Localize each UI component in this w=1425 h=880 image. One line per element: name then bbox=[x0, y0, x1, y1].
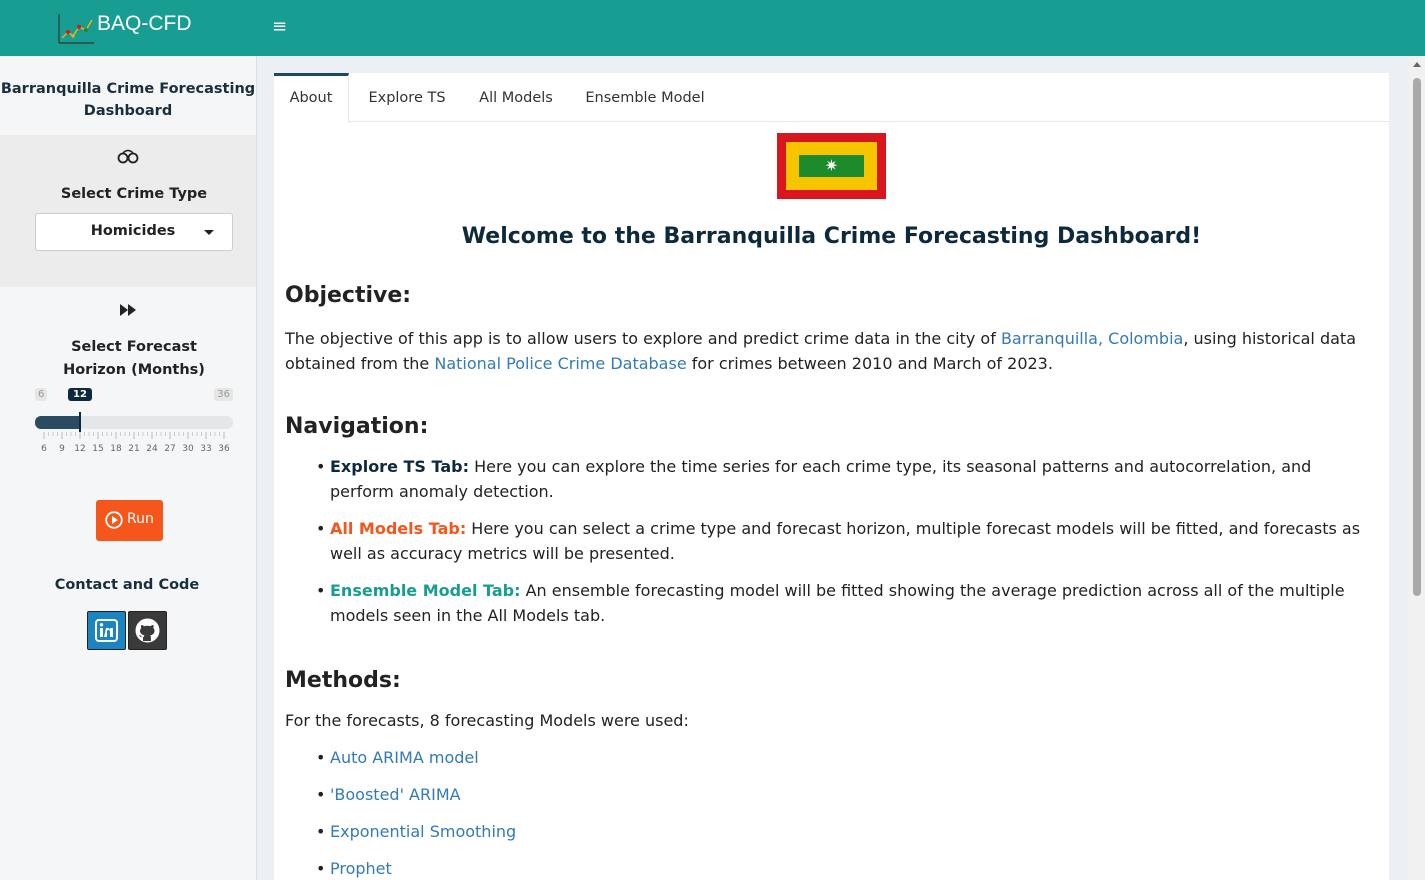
linkedin-button[interactable] bbox=[87, 611, 126, 650]
slider-grid: 6 9 12 15 18 21 24 27 30 33 36 bbox=[35, 444, 233, 456]
slider-value-label: 12 bbox=[68, 388, 92, 401]
crime-type-label: Select Crime Type bbox=[60, 186, 208, 202]
barranquilla-link[interactable]: Barranquilla, Colombia bbox=[1001, 329, 1183, 348]
slider-grid-label: 30 bbox=[182, 444, 194, 454]
welcome-heading: Welcome to the Barranquilla Crime Foreca… bbox=[461, 224, 1202, 249]
all-models-text: Here you can select a crime type and for… bbox=[330, 519, 1361, 563]
flag-star-icon: ✷ bbox=[799, 155, 864, 177]
app-title: BAQ-CFD bbox=[97, 12, 192, 35]
slider-max-label: 36 bbox=[214, 388, 233, 401]
list-item: Auto ARIMA model bbox=[316, 745, 1380, 770]
tab-ensemble-model[interactable]: Ensemble Model bbox=[579, 73, 711, 122]
objective-text-3: for crimes between 2010 and March of 202… bbox=[686, 354, 1053, 373]
tab-about[interactable]: About bbox=[274, 73, 349, 123]
slider-grid-label: 15 bbox=[92, 444, 104, 454]
run-button-label: Run bbox=[127, 511, 154, 527]
barranquilla-flag-image: ✷ bbox=[777, 133, 886, 199]
list-item: Ensemble Model Tab: An ensemble forecast… bbox=[316, 578, 1380, 628]
tab-explore-ts[interactable]: Explore TS bbox=[354, 73, 460, 122]
crime-type-value: Homicides bbox=[90, 223, 176, 239]
method-link[interactable]: Auto ARIMA model bbox=[330, 748, 479, 767]
chart-logo-icon bbox=[58, 14, 94, 44]
slider-grid-label: 12 bbox=[74, 444, 86, 454]
scroll-up-icon[interactable] bbox=[1413, 62, 1421, 67]
fast-forward-icon bbox=[0, 302, 256, 321]
run-button[interactable]: Run bbox=[96, 500, 163, 541]
objective-paragraph: The objective of this app is to allow us… bbox=[285, 326, 1375, 376]
page-scrollbar[interactable] bbox=[1409, 56, 1425, 880]
slider-grid-label: 21 bbox=[128, 444, 140, 454]
crime-type-select[interactable]: Homicides bbox=[35, 213, 233, 251]
methods-list: Auto ARIMA model 'Boosted' ARIMA Exponen… bbox=[316, 745, 1380, 880]
tab-bar: About Explore TS All Models Ensemble Mod… bbox=[274, 73, 1389, 123]
slider-grid-label: 27 bbox=[164, 444, 176, 454]
slider-grid-label: 36 bbox=[218, 444, 230, 454]
crime-type-panel: Select Crime Type Homicides bbox=[0, 135, 256, 287]
forecast-horizon-label: Select Forecast Horizon (Months) bbox=[63, 339, 205, 378]
explore-ts-text: Here you can explore the time series for… bbox=[330, 457, 1312, 501]
list-item: 'Boosted' ARIMA bbox=[316, 782, 1380, 807]
navigation-heading: Navigation: bbox=[285, 414, 429, 439]
linkedin-icon bbox=[95, 619, 118, 642]
tab-all-models[interactable]: All Models bbox=[468, 73, 564, 122]
github-icon bbox=[135, 618, 160, 643]
slider-ticks bbox=[43, 432, 225, 439]
explore-ts-label: Explore TS Tab: bbox=[330, 457, 469, 476]
method-link[interactable]: Prophet bbox=[330, 859, 392, 878]
logo-area[interactable]: BAQ-CFD bbox=[0, 0, 256, 56]
slider-grid-label: 33 bbox=[200, 444, 212, 454]
slider-grid-label: 9 bbox=[59, 444, 65, 454]
slider-grid-label: 18 bbox=[110, 444, 122, 454]
github-button[interactable] bbox=[128, 611, 167, 650]
top-header: BAQ-CFD ≡ bbox=[0, 0, 1425, 56]
scrollbar-thumb[interactable] bbox=[1413, 78, 1421, 596]
slider-grid-label: 6 bbox=[41, 444, 47, 454]
contact-heading: Contact and Code bbox=[54, 577, 200, 593]
slider-grid-label: 24 bbox=[146, 444, 158, 454]
chevron-down-icon bbox=[204, 230, 214, 235]
play-circle-icon bbox=[105, 511, 123, 529]
slider-min-label: 6 bbox=[35, 388, 48, 401]
handcuffs-icon bbox=[0, 147, 256, 169]
sidebar-title: Barranquilla Crime Forecasting Dashboard bbox=[0, 81, 256, 119]
ensemble-model-label: Ensemble Model Tab: bbox=[330, 581, 521, 600]
list-item: Prophet bbox=[316, 856, 1380, 880]
list-item: All Models Tab: Here you can select a cr… bbox=[316, 516, 1380, 566]
hamburger-icon[interactable]: ≡ bbox=[272, 18, 290, 36]
sidebar: Barranquilla Crime Forecasting Dashboard… bbox=[0, 56, 257, 880]
method-link[interactable]: Exponential Smoothing bbox=[330, 822, 516, 841]
slider-handle[interactable] bbox=[79, 412, 81, 432]
navigation-list: Explore TS Tab: Here you can explore the… bbox=[316, 454, 1380, 640]
slider-fill bbox=[35, 416, 80, 429]
objective-text-1: The objective of this app is to allow us… bbox=[285, 329, 1001, 348]
police-database-link[interactable]: National Police Crime Database bbox=[434, 354, 686, 373]
methods-intro: For the forecasts, 8 forecasting Models … bbox=[285, 711, 689, 730]
list-item: Exponential Smoothing bbox=[316, 819, 1380, 844]
forecast-horizon-slider[interactable]: 6 12 36 6 9 12 15 18 21 24 27 30 33 36 bbox=[35, 386, 233, 456]
list-item: Explore TS Tab: Here you can explore the… bbox=[316, 454, 1380, 504]
all-models-label: All Models Tab: bbox=[330, 519, 467, 538]
objective-heading: Objective: bbox=[285, 283, 412, 308]
method-link[interactable]: 'Boosted' ARIMA bbox=[330, 785, 461, 804]
main-panel: About Explore TS All Models Ensemble Mod… bbox=[274, 73, 1389, 880]
methods-heading: Methods: bbox=[285, 668, 401, 693]
